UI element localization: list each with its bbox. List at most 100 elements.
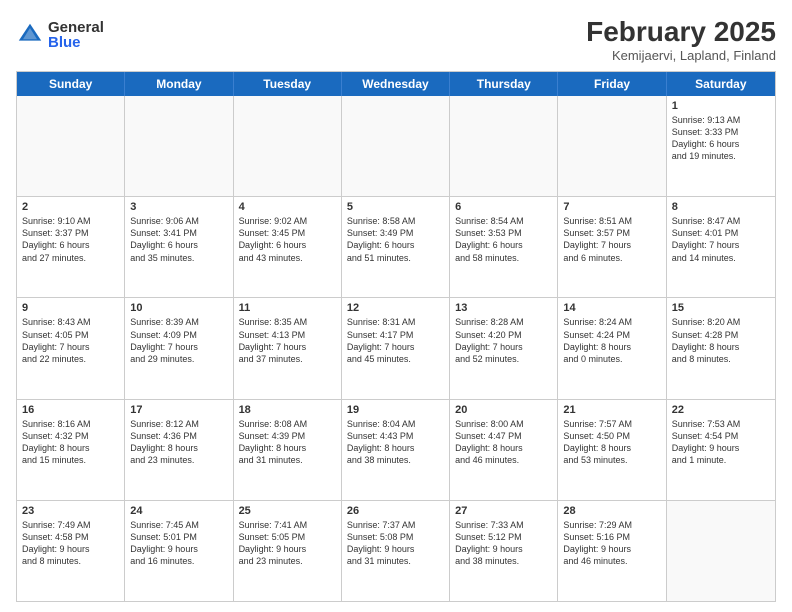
calendar-header: SundayMondayTuesdayWednesdayThursdayFrid…	[17, 72, 775, 96]
calendar-cell: 15 Sunrise: 8:20 AM Sunset: 4:28 PM Dayli…	[667, 298, 775, 398]
cell-text: Sunrise: 8:12 AM Sunset: 4:36 PM Dayligh…	[130, 418, 227, 467]
calendar-cell: 5 Sunrise: 8:58 AM Sunset: 3:49 PM Daylig…	[342, 197, 450, 297]
cell-text: Sunrise: 8:04 AM Sunset: 4:43 PM Dayligh…	[347, 418, 444, 467]
title-block: February 2025 Kemijaervi, Lapland, Finla…	[586, 16, 776, 63]
calendar-cell: 6 Sunrise: 8:54 AM Sunset: 3:53 PM Daylig…	[450, 197, 558, 297]
calendar-cell	[342, 96, 450, 196]
day-number: 27	[455, 505, 552, 517]
calendar-cell: 14 Sunrise: 8:24 AM Sunset: 4:24 PM Dayli…	[558, 298, 666, 398]
header: General Blue February 2025 Kemijaervi, L…	[16, 16, 776, 63]
cell-text: Sunrise: 8:24 AM Sunset: 4:24 PM Dayligh…	[563, 316, 660, 365]
day-number: 6	[455, 201, 552, 213]
day-number: 1	[672, 100, 770, 112]
calendar-cell	[450, 96, 558, 196]
calendar-cell: 12Sunrise: 8:31 AM Sunset: 4:17 PM Dayli…	[342, 298, 450, 398]
cell-text: Sunrise: 7:53 AM Sunset: 4:54 PM Dayligh…	[672, 418, 770, 467]
logo-icon	[16, 21, 44, 49]
calendar-row: 1 Sunrise: 9:13 AM Sunset: 3:33 PM Daylig…	[17, 96, 775, 196]
cell-text: Sunrise: 8:43 AM Sunset: 4:05 PM Dayligh…	[22, 316, 119, 365]
cell-text: Sunrise: 7:33 AM Sunset: 5:12 PM Dayligh…	[455, 519, 552, 568]
cell-text: Sunrise: 8:16 AM Sunset: 4:32 PM Dayligh…	[22, 418, 119, 467]
calendar-cell: 18 Sunrise: 8:08 AM Sunset: 4:39 PM Dayli…	[234, 400, 342, 500]
cell-text: Sunrise: 8:00 AM Sunset: 4:47 PM Dayligh…	[455, 418, 552, 467]
day-number: 5	[347, 201, 444, 213]
calendar-cell: 23 Sunrise: 7:49 AM Sunset: 4:58 PM Dayli…	[17, 501, 125, 601]
day-number: 11	[239, 302, 336, 314]
calendar-cell	[17, 96, 125, 196]
day-number: 25	[239, 505, 336, 517]
main-title: February 2025	[586, 16, 776, 48]
logo-general: General	[48, 20, 104, 35]
cell-text: Sunrise: 9:02 AM Sunset: 3:45 PM Dayligh…	[239, 215, 336, 264]
calendar-cell: 1 Sunrise: 9:13 AM Sunset: 3:33 PM Daylig…	[667, 96, 775, 196]
day-number: 17	[130, 404, 227, 416]
day-number: 26	[347, 505, 444, 517]
day-number: 20	[455, 404, 552, 416]
calendar-cell: 11 Sunrise: 8:35 AM Sunset: 4:13 PM Dayli…	[234, 298, 342, 398]
page: General Blue February 2025 Kemijaervi, L…	[0, 0, 792, 612]
day-number: 7	[563, 201, 660, 213]
day-number: 12	[347, 302, 444, 314]
cell-text: Sunrise: 7:41 AM Sunset: 5:05 PM Dayligh…	[239, 519, 336, 568]
calendar-cell	[558, 96, 666, 196]
calendar-cell: 4 Sunrise: 9:02 AM Sunset: 3:45 PM Daylig…	[234, 197, 342, 297]
day-number: 8	[672, 201, 770, 213]
day-number: 13	[455, 302, 552, 314]
calendar-cell: 3 Sunrise: 9:06 AM Sunset: 3:41 PM Daylig…	[125, 197, 233, 297]
calendar-header-cell: Tuesday	[234, 72, 342, 96]
calendar-cell: 13 Sunrise: 8:28 AM Sunset: 4:20 PM Dayli…	[450, 298, 558, 398]
calendar-cell	[667, 501, 775, 601]
day-number: 16	[22, 404, 119, 416]
logo-text: General Blue	[48, 20, 104, 50]
cell-text: Sunrise: 8:39 AM Sunset: 4:09 PM Dayligh…	[130, 316, 227, 365]
cell-text: Sunrise: 9:06 AM Sunset: 3:41 PM Dayligh…	[130, 215, 227, 264]
calendar-cell: 8 Sunrise: 8:47 AM Sunset: 4:01 PM Daylig…	[667, 197, 775, 297]
calendar-cell	[234, 96, 342, 196]
calendar-cell: 17 Sunrise: 8:12 AM Sunset: 4:36 PM Dayli…	[125, 400, 233, 500]
calendar-header-cell: Thursday	[450, 72, 558, 96]
cell-text: Sunrise: 9:10 AM Sunset: 3:37 PM Dayligh…	[22, 215, 119, 264]
calendar-cell: 27 Sunrise: 7:33 AM Sunset: 5:12 PM Dayli…	[450, 501, 558, 601]
day-number: 18	[239, 404, 336, 416]
calendar-cell: 22Sunrise: 7:53 AM Sunset: 4:54 PM Dayli…	[667, 400, 775, 500]
day-number: 19	[347, 404, 444, 416]
cell-text: Sunrise: 8:47 AM Sunset: 4:01 PM Dayligh…	[672, 215, 770, 264]
day-number: 2	[22, 201, 119, 213]
calendar-cell: 7 Sunrise: 8:51 AM Sunset: 3:57 PM Daylig…	[558, 197, 666, 297]
cell-text: Sunrise: 9:13 AM Sunset: 3:33 PM Dayligh…	[672, 114, 770, 163]
cell-text: Sunrise: 8:20 AM Sunset: 4:28 PM Dayligh…	[672, 316, 770, 365]
calendar-row: 9 Sunrise: 8:43 AM Sunset: 4:05 PM Daylig…	[17, 297, 775, 398]
cell-text: Sunrise: 8:08 AM Sunset: 4:39 PM Dayligh…	[239, 418, 336, 467]
calendar-header-cell: Wednesday	[342, 72, 450, 96]
calendar-cell: 20 Sunrise: 8:00 AM Sunset: 4:47 PM Dayli…	[450, 400, 558, 500]
calendar-cell: 19 Sunrise: 8:04 AM Sunset: 4:43 PM Dayli…	[342, 400, 450, 500]
logo-blue: Blue	[48, 35, 104, 50]
day-number: 23	[22, 505, 119, 517]
calendar: SundayMondayTuesdayWednesdayThursdayFrid…	[16, 71, 776, 602]
cell-text: Sunrise: 8:28 AM Sunset: 4:20 PM Dayligh…	[455, 316, 552, 365]
day-number: 14	[563, 302, 660, 314]
calendar-header-cell: Saturday	[667, 72, 775, 96]
calendar-row: 2 Sunrise: 9:10 AM Sunset: 3:37 PM Daylig…	[17, 196, 775, 297]
day-number: 9	[22, 302, 119, 314]
cell-text: Sunrise: 7:49 AM Sunset: 4:58 PM Dayligh…	[22, 519, 119, 568]
calendar-cell: 24Sunrise: 7:45 AM Sunset: 5:01 PM Dayli…	[125, 501, 233, 601]
day-number: 4	[239, 201, 336, 213]
calendar-header-cell: Sunday	[17, 72, 125, 96]
cell-text: Sunrise: 8:35 AM Sunset: 4:13 PM Dayligh…	[239, 316, 336, 365]
cell-text: Sunrise: 8:51 AM Sunset: 3:57 PM Dayligh…	[563, 215, 660, 264]
day-number: 10	[130, 302, 227, 314]
calendar-body: 1 Sunrise: 9:13 AM Sunset: 3:33 PM Daylig…	[17, 96, 775, 601]
calendar-cell: 25 Sunrise: 7:41 AM Sunset: 5:05 PM Dayli…	[234, 501, 342, 601]
day-number: 15	[672, 302, 770, 314]
calendar-cell: 21Sunrise: 7:57 AM Sunset: 4:50 PM Dayli…	[558, 400, 666, 500]
day-number: 3	[130, 201, 227, 213]
cell-text: Sunrise: 8:54 AM Sunset: 3:53 PM Dayligh…	[455, 215, 552, 264]
cell-text: Sunrise: 7:37 AM Sunset: 5:08 PM Dayligh…	[347, 519, 444, 568]
cell-text: Sunrise: 7:29 AM Sunset: 5:16 PM Dayligh…	[563, 519, 660, 568]
cell-text: Sunrise: 8:58 AM Sunset: 3:49 PM Dayligh…	[347, 215, 444, 264]
day-number: 28	[563, 505, 660, 517]
calendar-row: 16 Sunrise: 8:16 AM Sunset: 4:32 PM Dayli…	[17, 399, 775, 500]
calendar-header-cell: Monday	[125, 72, 233, 96]
calendar-row: 23 Sunrise: 7:49 AM Sunset: 4:58 PM Dayli…	[17, 500, 775, 601]
